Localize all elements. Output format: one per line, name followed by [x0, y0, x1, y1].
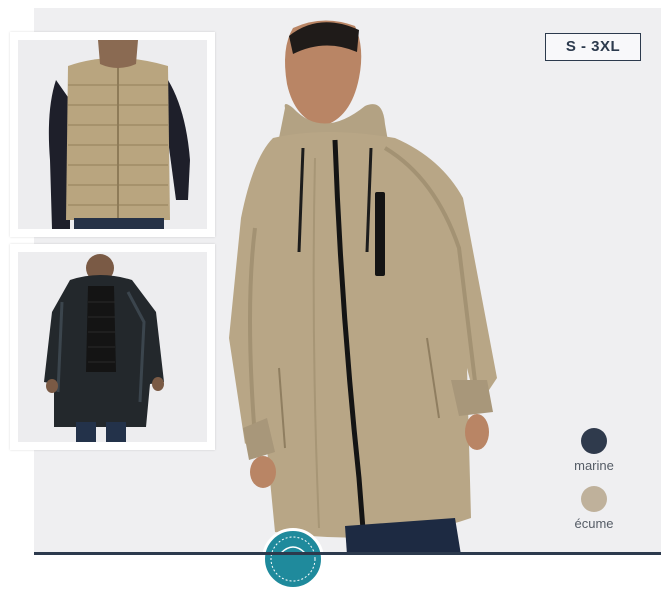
thumbnail-leather-coat-image: [18, 252, 207, 442]
color-swatch-marine[interactable]: marine: [554, 428, 634, 473]
thumbnail-vest-image: [18, 40, 207, 229]
ecume-color-dot: [581, 486, 607, 512]
marine-color-dot: [581, 428, 607, 454]
color-label-marine: marine: [574, 458, 614, 473]
waterproof-seams-seal-icon: [262, 528, 324, 590]
thumbnail-leather-coat[interactable]: [10, 244, 215, 450]
color-swatch-ecume[interactable]: écume: [554, 486, 634, 531]
size-range-badge: S - 3XL: [545, 33, 641, 61]
hero-product-image: [215, 8, 515, 555]
thumbnail-vest[interactable]: [10, 32, 215, 237]
color-label-ecume: écume: [574, 516, 614, 531]
